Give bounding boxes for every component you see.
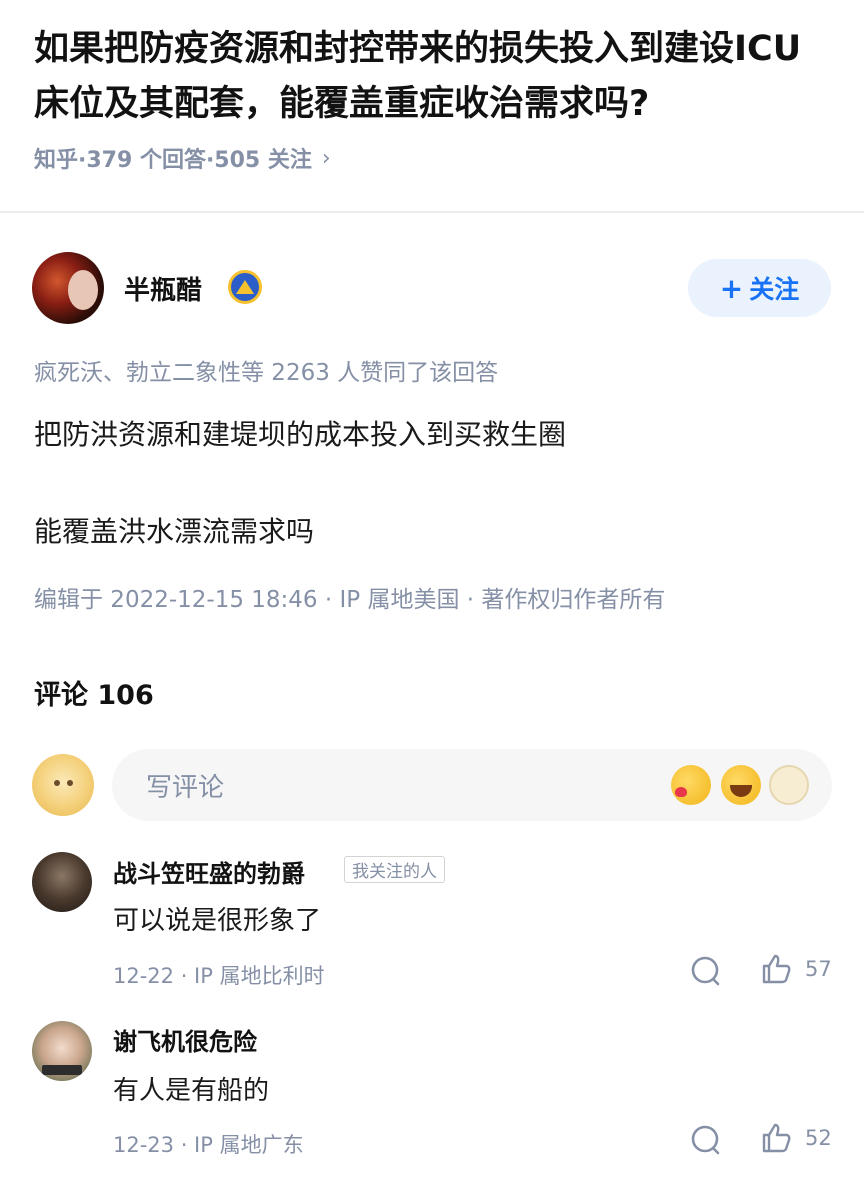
following-tag: 我关注的人 xyxy=(344,856,445,883)
verified-badge-icon xyxy=(228,270,262,304)
thumbs-up-icon[interactable] xyxy=(760,953,792,985)
kiss-emoji-icon[interactable] xyxy=(671,765,711,805)
commenter-avatar[interactable] xyxy=(32,852,92,912)
like-count: 52 xyxy=(805,1126,832,1150)
comment-text: 有人是有船的 xyxy=(113,1076,270,1106)
author-name[interactable]: 半瓶醋 xyxy=(124,270,202,307)
answer-paragraph: 能覆盖洪水漂流需求吗 xyxy=(34,515,315,548)
like-count: 57 xyxy=(805,957,832,981)
answer-page: 如果把防疫资源和封控带来的损失投入到建设ICU床位及其配套，能覆盖重症收治需求吗… xyxy=(0,0,864,1181)
likers-summary[interactable]: 疯死沃、勃立二象性等 2263 人赞同了该回答 xyxy=(34,353,498,387)
divider xyxy=(0,211,864,213)
chevron-right-icon: › xyxy=(321,145,331,171)
author-avatar[interactable] xyxy=(32,252,104,324)
question-meta-text: 知乎·379 个回答·505 关注 xyxy=(34,148,312,173)
reply-bubble-icon[interactable] xyxy=(689,955,721,987)
comments-header: 评论 106 xyxy=(34,680,154,711)
follow-button-label: 关注 xyxy=(749,275,800,304)
commenter-name[interactable]: 战斗笠旺盛的勃爵 xyxy=(113,854,305,889)
comment-text: 可以说是很形象了 xyxy=(113,906,322,936)
thumbs-up-icon[interactable] xyxy=(760,1122,792,1154)
laugh-cry-emoji-icon[interactable] xyxy=(721,765,761,805)
my-avatar xyxy=(32,754,94,816)
follow-button[interactable]: + 关注 xyxy=(688,259,831,317)
comment-meta: 12-23 · IP 属地广东 xyxy=(113,1133,304,1157)
commenter-name[interactable]: 谢飞机很危险 xyxy=(113,1022,257,1057)
commenter-avatar[interactable] xyxy=(32,1021,92,1081)
thinking-emoji-icon[interactable] xyxy=(769,765,809,805)
question-meta[interactable]: 知乎·379 个回答·505 关注 › xyxy=(34,142,331,174)
question-title[interactable]: 如果把防疫资源和封控带来的损失投入到建设ICU床位及其配套，能覆盖重症收治需求吗… xyxy=(34,22,834,132)
reply-bubble-icon[interactable] xyxy=(689,1124,721,1156)
comment-meta: 12-22 · IP 属地比利时 xyxy=(113,964,325,988)
plus-icon: + xyxy=(719,271,744,305)
answer-paragraph: 把防洪资源和建堤坝的成本投入到买救生圈 xyxy=(34,418,567,451)
edit-meta: 编辑于 2022-12-15 18:46 · IP 属地美国 · 著作权归作者所… xyxy=(34,587,666,613)
